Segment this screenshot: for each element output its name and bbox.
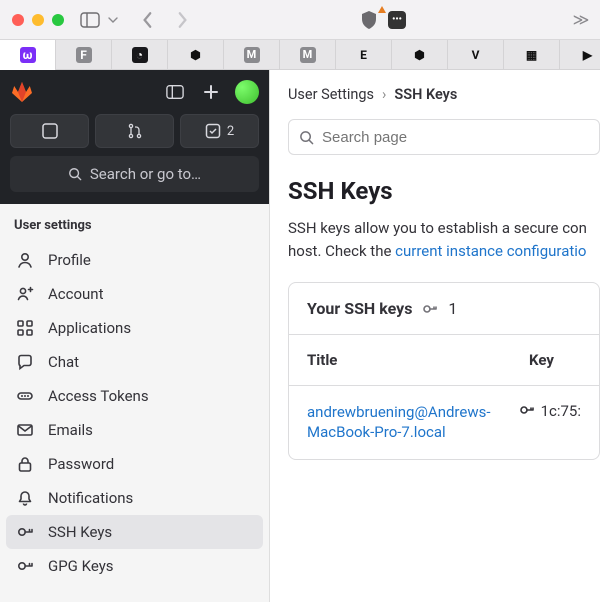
chat-icon (16, 353, 34, 371)
bell-icon (16, 489, 34, 507)
favicon: ω (20, 47, 36, 63)
token-icon (16, 387, 34, 405)
gitlab-sidebar: 2 Search or go to… User settings Profile… (0, 70, 270, 602)
favicon: V (468, 47, 484, 63)
sidebar-item-label: Emails (48, 421, 93, 439)
breadcrumb: User Settings › SSH Keys (288, 86, 600, 103)
tab-purple[interactable]: ω (0, 40, 56, 70)
ssh-key-fingerprint: 1c:75: (519, 402, 581, 443)
traffic-lights (12, 14, 64, 26)
key-icon (422, 301, 438, 317)
favicon: ⬢ (412, 47, 428, 63)
browser-tabstrip: ωF◔⬢MME⬢V▦▶◑ (0, 40, 600, 70)
browser-toolbar: ••• ≫ (0, 0, 600, 40)
sidebar-item-label: Profile (48, 251, 91, 269)
tab-cube1[interactable]: ⬢ (168, 40, 224, 70)
ssh-keys-card: Your SSH keys 1 Title Key andrewbruening… (288, 282, 600, 460)
sidebar-item-profile[interactable]: Profile (6, 243, 263, 277)
tab-black[interactable]: ◔ (112, 40, 168, 70)
tab-e[interactable]: E (336, 40, 392, 70)
collapse-sidebar-icon[interactable] (163, 80, 187, 104)
favicon: ▶ (580, 47, 596, 63)
window-minimize-button[interactable] (32, 14, 44, 26)
create-new-icon[interactable] (199, 80, 223, 104)
extension-icon[interactable]: ••• (388, 11, 406, 29)
sidebar-search-placeholder: Search or go to… (90, 165, 201, 183)
key-icon (16, 557, 34, 575)
key-icon (519, 402, 535, 418)
favicon: F (76, 47, 92, 63)
sidebar-item-access-tokens[interactable]: Access Tokens (6, 379, 263, 413)
sidebar-item-chat[interactable]: Chat (6, 345, 263, 379)
tab-doc[interactable]: ▦ (504, 40, 560, 70)
sidebar-item-emails[interactable]: Emails (6, 413, 263, 447)
sidebar-item-account[interactable]: Account (6, 277, 263, 311)
favicon: M (244, 47, 260, 63)
table-row: andrewbruening@Andrews-MacBook-Pro-7.loc… (289, 385, 599, 459)
mail-icon (16, 421, 34, 439)
toolbar-dropdown-icon[interactable] (108, 10, 118, 30)
page-search-input[interactable] (322, 129, 589, 146)
key-count: 1 (448, 299, 457, 318)
toolbar-overflow-icon[interactable]: ≫ (574, 10, 588, 30)
favicon: E (356, 47, 372, 63)
tab-m2[interactable]: M (280, 40, 336, 70)
user-avatar[interactable] (235, 80, 259, 104)
account-icon (16, 285, 34, 303)
main-content: User Settings › SSH Keys SSH Keys SSH ke… (270, 70, 600, 602)
instance-config-link[interactable]: current instance configuratio (395, 242, 586, 260)
sidebar-item-label: SSH Keys (48, 523, 112, 541)
issues-button[interactable] (10, 114, 89, 148)
todos-button[interactable]: 2 (180, 114, 259, 148)
sidebar-item-ssh-keys[interactable]: SSH Keys (6, 515, 263, 549)
favicon: ◔ (132, 47, 148, 63)
breadcrumb-current: SSH Keys (394, 86, 457, 103)
search-icon (299, 130, 314, 145)
card-heading: Your SSH keys (307, 299, 412, 318)
merge-requests-button[interactable] (95, 114, 174, 148)
sidebar-item-password[interactable]: Password (6, 447, 263, 481)
tab-grey-f[interactable]: F (56, 40, 112, 70)
person-icon (16, 251, 34, 269)
apps-icon (16, 319, 34, 337)
page-title: SSH Keys (288, 177, 600, 205)
sidebar-item-applications[interactable]: Applications (6, 311, 263, 345)
page-search[interactable] (288, 119, 600, 155)
sidebar-toggle-icon[interactable] (80, 10, 100, 30)
privacy-shield-icon[interactable] (360, 10, 380, 30)
ssh-key-title-link[interactable]: andrewbruening@Andrews-MacBook-Pro-7.loc… (307, 402, 519, 443)
tab-m1[interactable]: M (224, 40, 280, 70)
nav-back-button[interactable] (138, 10, 158, 30)
lock-icon (16, 455, 34, 473)
sidebar-section-title: User settings (0, 204, 269, 243)
window-zoom-button[interactable] (52, 14, 64, 26)
breadcrumb-root[interactable]: User Settings (288, 86, 374, 103)
page-description: SSH keys allow you to establish a secure… (288, 217, 600, 262)
sidebar-item-label: Access Tokens (48, 387, 149, 405)
chevron-right-icon: › (382, 86, 386, 103)
key-icon (16, 523, 34, 541)
sidebar-item-notifications[interactable]: Notifications (6, 481, 263, 515)
window-close-button[interactable] (12, 14, 24, 26)
tab-yt[interactable]: ▶ (560, 40, 600, 70)
favicon: M (300, 47, 316, 63)
tab-vue[interactable]: V (448, 40, 504, 70)
sidebar-item-label: Applications (48, 319, 131, 337)
sidebar-item-label: Chat (48, 353, 79, 371)
sidebar-item-label: Notifications (48, 489, 133, 507)
sidebar-item-label: Account (48, 285, 104, 303)
tab-cube2[interactable]: ⬢ (392, 40, 448, 70)
nav-forward-button[interactable] (172, 10, 192, 30)
sidebar-search[interactable]: Search or go to… (10, 156, 259, 192)
favicon: ▦ (524, 47, 540, 63)
sidebar-item-gpg-keys[interactable]: GPG Keys (6, 549, 263, 583)
todos-count: 2 (227, 124, 234, 139)
col-title: Title (307, 351, 529, 369)
favicon: ⬢ (188, 47, 204, 63)
sidebar-item-label: GPG Keys (48, 557, 114, 575)
col-key: Key (529, 351, 554, 369)
gitlab-logo-icon[interactable] (10, 80, 34, 104)
sidebar-item-label: Password (48, 455, 114, 473)
